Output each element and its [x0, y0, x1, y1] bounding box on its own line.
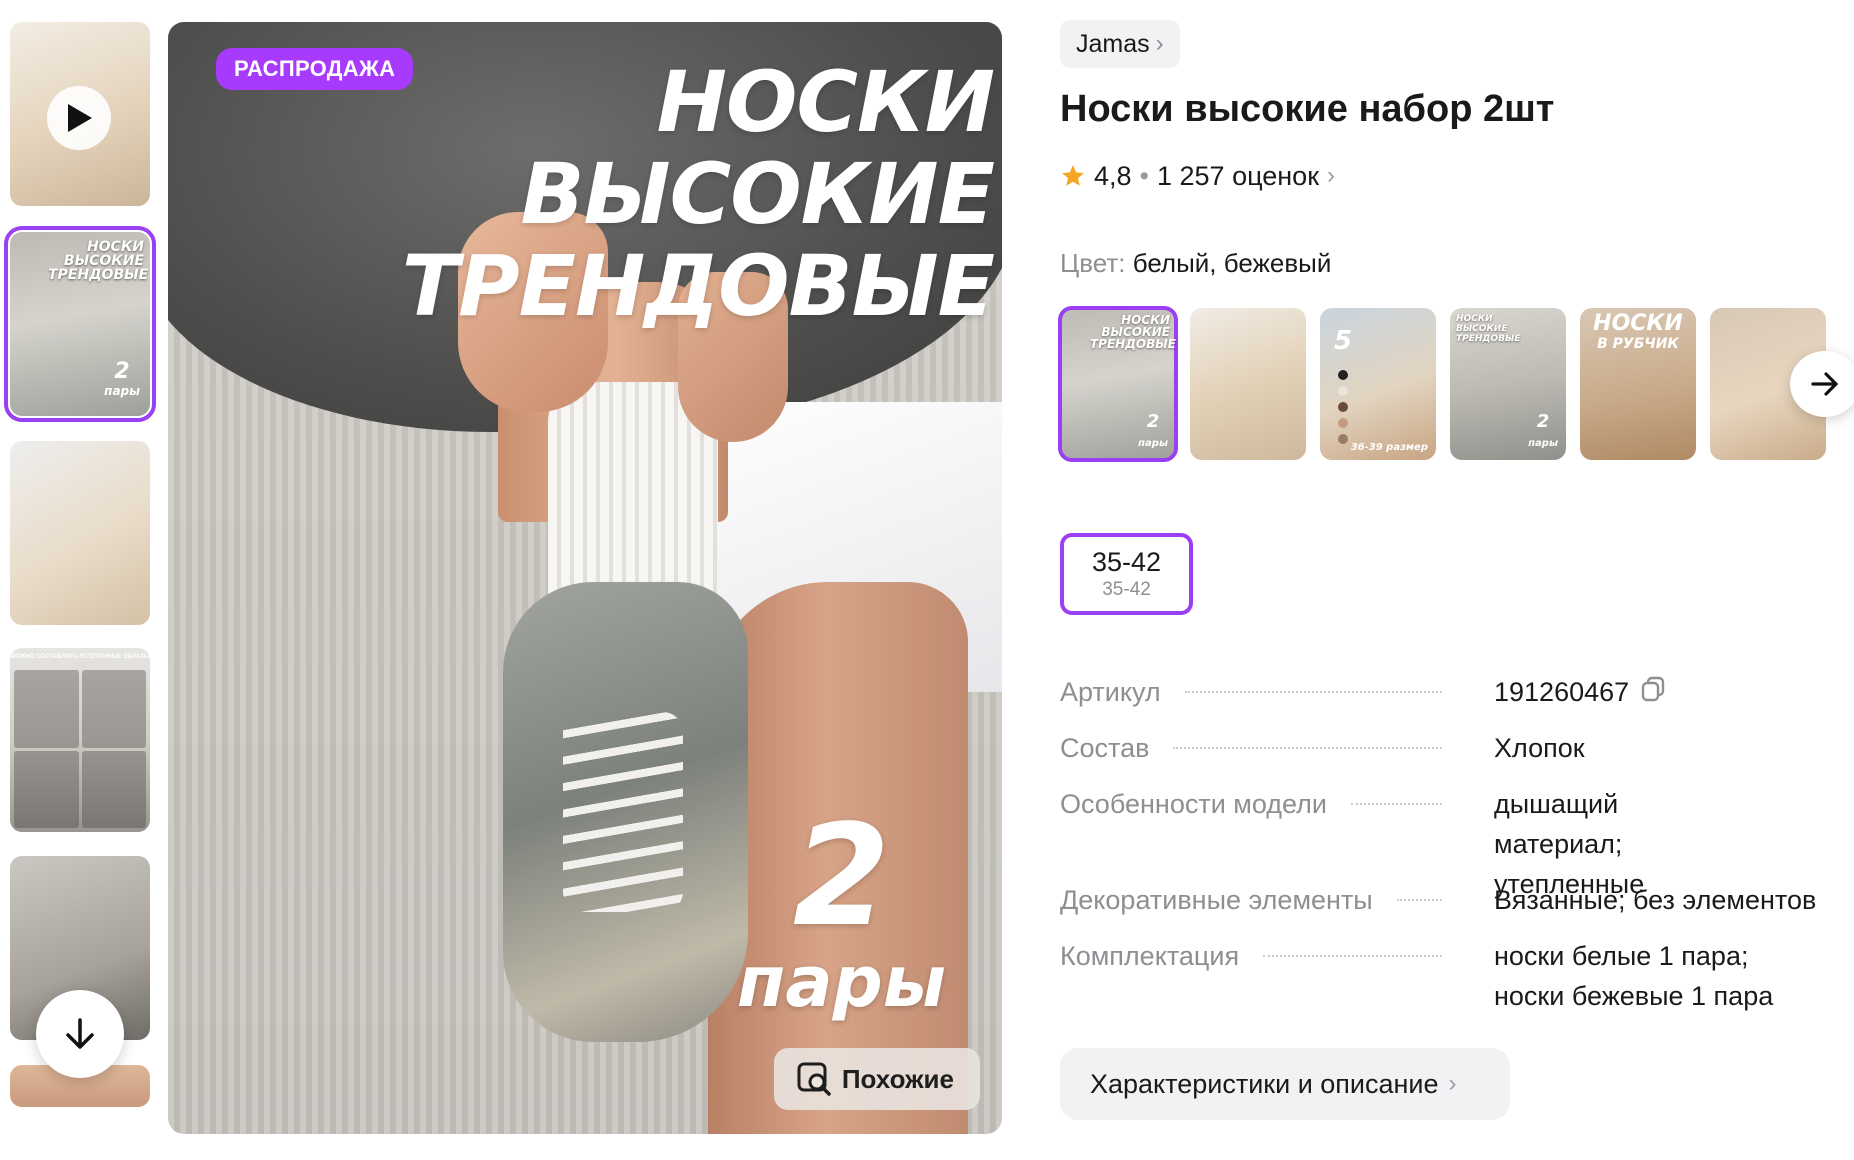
image-pair-count: 2 пары [736, 795, 946, 1023]
spec-row: Состав Хлопок [1060, 728, 1850, 768]
image-search-icon [797, 1062, 831, 1096]
sale-badge: РАСПРОДАЖА [216, 48, 414, 90]
spec-row: Комплектация носки белые 1 пара; носки б… [1060, 936, 1850, 1016]
spec-row: Артикул 191260467 [1060, 672, 1850, 714]
thumbnail-outfits[interactable]: МОЖНО СОСТАВЛЯТЬ ЭСТЕТИЧНЫЕ ОБРАЗЫ [10, 648, 150, 832]
variant-count: 5 [1334, 326, 1353, 356]
image-laces [563, 712, 683, 912]
details-button-label: Характеристики и описание [1090, 1068, 1439, 1099]
variant-count: 2 пары [1138, 411, 1168, 450]
arrow-right-icon [1811, 372, 1838, 396]
size-ru: 35-42 [1102, 579, 1151, 600]
color-variant[interactable] [1190, 308, 1306, 460]
color-variant[interactable]: НОСКИ В РУБЧИК [1580, 308, 1696, 460]
spec-key: Комплектация [1060, 941, 1240, 971]
size-value: 35-42 [1091, 547, 1162, 577]
similar-button-label: Похожие [841, 1063, 954, 1094]
rating-link[interactable]: 4,8 • 1 257 оценок › [1060, 158, 1335, 194]
details-button[interactable]: Характеристики и описание › [1060, 1048, 1510, 1120]
thumbnail-cover-text: НОСКИ ВЫСОКИЕ ТРЕНДОВЫЕ [48, 239, 149, 283]
thumbnail-video[interactable] [10, 22, 150, 206]
chevron-right-icon: › [1448, 1070, 1457, 1097]
variant-text: НОСКИ В РУБЧИК [1593, 311, 1683, 353]
star-icon [1062, 165, 1084, 186]
variant-color-dots [1338, 370, 1348, 444]
color-variant[interactable]: НОСКИ ВЫСОКИЕ ТРЕНДОВЫЕ 2 пары [1450, 308, 1566, 460]
article-number: 191260467 [1494, 677, 1630, 707]
spec-key: Особенности модели [1060, 789, 1327, 819]
thumbnail-socks[interactable] [10, 441, 150, 625]
variants-next-button[interactable] [1790, 351, 1854, 417]
brand-name: Jamas [1076, 29, 1150, 58]
spec-key: Декоративные элементы [1060, 885, 1373, 915]
thumbnail-cover-count: 2 пары [104, 359, 140, 399]
chevron-right-icon: › [1155, 30, 1164, 57]
spec-value: Хлопок [1494, 733, 1585, 763]
image-headline: НОСКИ ВЫСОКИЕ ТРЕНДОВЫЕ [401, 53, 995, 335]
thumbnail-outfits-text: МОЖНО СОСТАВЛЯТЬ ЭСТЕТИЧНЫЕ ОБРАЗЫ [10, 654, 150, 660]
copy-icon[interactable] [1639, 674, 1667, 714]
spec-row: Декоративные элементы Вязанные; без элем… [1060, 880, 1850, 920]
rating-value: 4,8 [1094, 160, 1132, 191]
variant-text: НОСКИ ВЫСОКИЕ ТРЕНДОВЫЕ [1456, 314, 1521, 344]
main-product-image[interactable]: РАСПРОДАЖА НОСКИ ВЫСОКИЕ ТРЕНДОВЫЕ 2 пар… [168, 22, 1002, 1134]
variant-size: 36-39 размер [1350, 442, 1428, 453]
separator-dot: • [1139, 160, 1149, 191]
spec-key: Артикул [1060, 677, 1161, 707]
similar-button[interactable]: Похожие [773, 1048, 980, 1110]
thumbnail-outfits-grid [14, 670, 146, 828]
thumbnail-cover[interactable]: НОСКИ ВЫСОКИЕ ТРЕНДОВЫЕ 2 пары [4, 226, 156, 422]
scroll-down-button[interactable] [36, 990, 124, 1078]
color-variant[interactable]: НОСКИ ВЫСОКИЕ ТРЕНДОВЫЕ 2 пары [1058, 306, 1178, 462]
color-variant[interactable]: 5 36-39 размер [1320, 308, 1436, 460]
color-selection-label: Цвет: белый, бежевый [1060, 248, 1332, 278]
play-icon[interactable] [47, 86, 111, 150]
spec-value: носки белые 1 пара; носки бежевые 1 пара [1494, 941, 1774, 1011]
variant-count: 2 пары [1528, 411, 1558, 450]
arrow-down-icon [66, 1018, 94, 1049]
reviews-count: 1 257 оценок [1157, 160, 1319, 191]
spec-key: Состав [1060, 733, 1150, 763]
product-title: Носки высокие набор 2шт [1060, 88, 1555, 130]
spec-value: Вязанные; без элементов [1494, 885, 1817, 915]
brand-link[interactable]: Jamas › [1060, 20, 1180, 68]
size-option[interactable]: 35-42 35-42 [1060, 533, 1193, 615]
chevron-right-icon: › [1327, 162, 1335, 189]
variant-text: НОСКИ ВЫСОКИЕ ТРЕНДОВЫЕ [1090, 313, 1176, 351]
